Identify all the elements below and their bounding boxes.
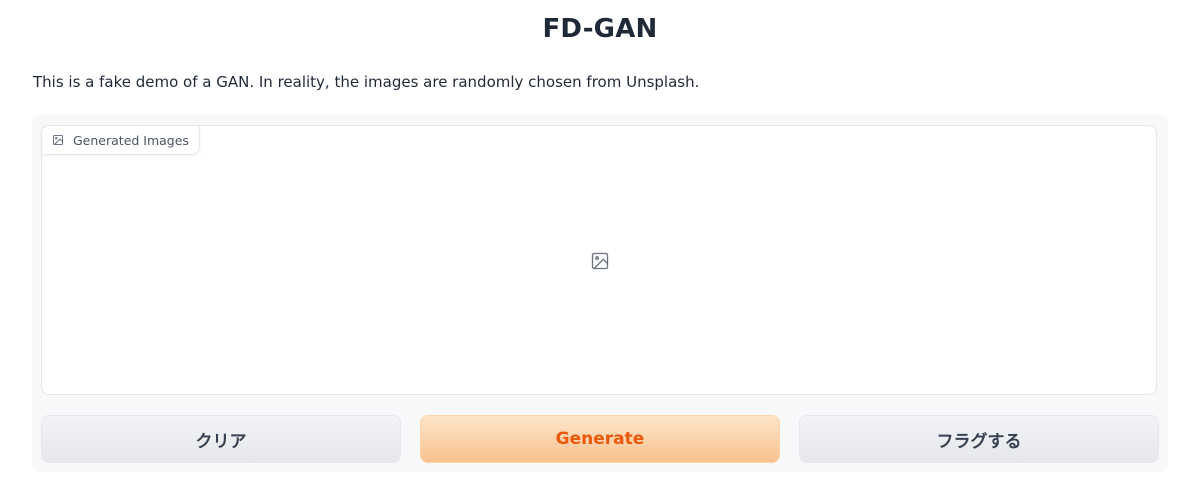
generate-button[interactable]: Generate [420,415,780,463]
app-page: FD-GAN This is a fake demo of a GAN. In … [0,0,1200,481]
main-panel: Generated Images クリア Generate フラグする [32,115,1168,472]
gallery-label: Generated Images [41,125,200,155]
button-row: クリア Generate フラグする [41,415,1159,463]
page-title: FD-GAN [542,14,658,44]
page-description: This is a fake demo of a GAN. In reality… [33,73,700,91]
generated-images-gallery[interactable]: Generated Images [41,125,1157,395]
image-placeholder-icon [590,251,610,271]
flag-button[interactable]: フラグする [799,415,1159,463]
clear-button[interactable]: クリア [41,415,401,463]
gallery-label-text: Generated Images [73,132,189,148]
image-icon [52,134,64,146]
